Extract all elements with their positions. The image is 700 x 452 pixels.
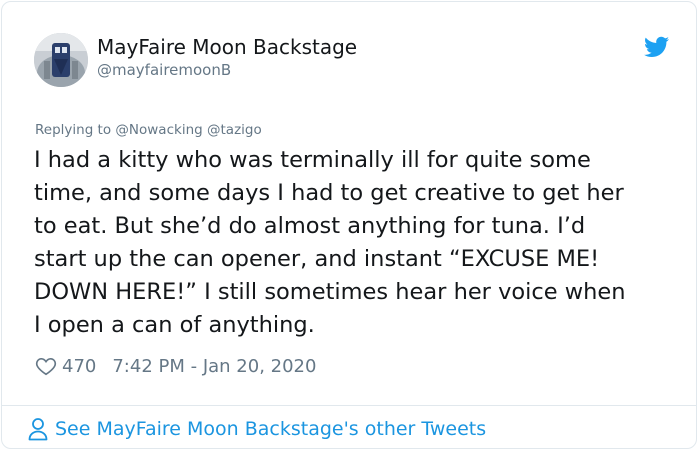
tweet-text-line: time, and some days I had to get creativ… (34, 180, 624, 206)
avatar[interactable] (34, 33, 88, 87)
person-icon (28, 418, 48, 441)
tweet-card: MayFaire Moon Backstage @mayfairemoonB R… (1, 1, 697, 449)
tweet-text-line: start up the can opener, and instant “EX… (34, 246, 600, 272)
tweet-text-line: DOWN HERE!” I still sometimes hear her v… (34, 279, 626, 305)
tweet-text-line: I had a kitty who was terminally ill for… (34, 147, 591, 173)
mention-link[interactable]: @Nowacking (115, 122, 202, 138)
tweet-text: I had a kitty who was terminally ill for… (34, 144, 684, 342)
replying-to: Replying to @Nowacking @tazigo (35, 122, 262, 139)
twitter-bird-icon[interactable] (644, 36, 669, 58)
like-count[interactable]: 470 (62, 356, 96, 377)
tweet-text-line: I open a can of anything. (34, 312, 315, 338)
tweet-text-line: to eat. But she’d do almost anything for… (34, 213, 586, 239)
divider (2, 405, 696, 406)
author-handle[interactable]: @mayfairemoonB (97, 61, 231, 79)
see-other-tweets-link[interactable]: See MayFaire Moon Backstage's other Twee… (28, 416, 486, 442)
tweet-meta: 470 7:42 PM - Jan 20, 2020 (35, 353, 316, 379)
see-other-tweets-label[interactable]: See MayFaire Moon Backstage's other Twee… (55, 418, 486, 440)
author-display-name[interactable]: MayFaire Moon Backstage (97, 35, 357, 59)
tweet-timestamp[interactable]: 7:42 PM - Jan 20, 2020 (112, 356, 316, 377)
heart-icon[interactable] (35, 355, 57, 377)
replying-to-prefix: Replying to (35, 122, 112, 138)
mention-link[interactable]: @tazigo (207, 122, 262, 138)
